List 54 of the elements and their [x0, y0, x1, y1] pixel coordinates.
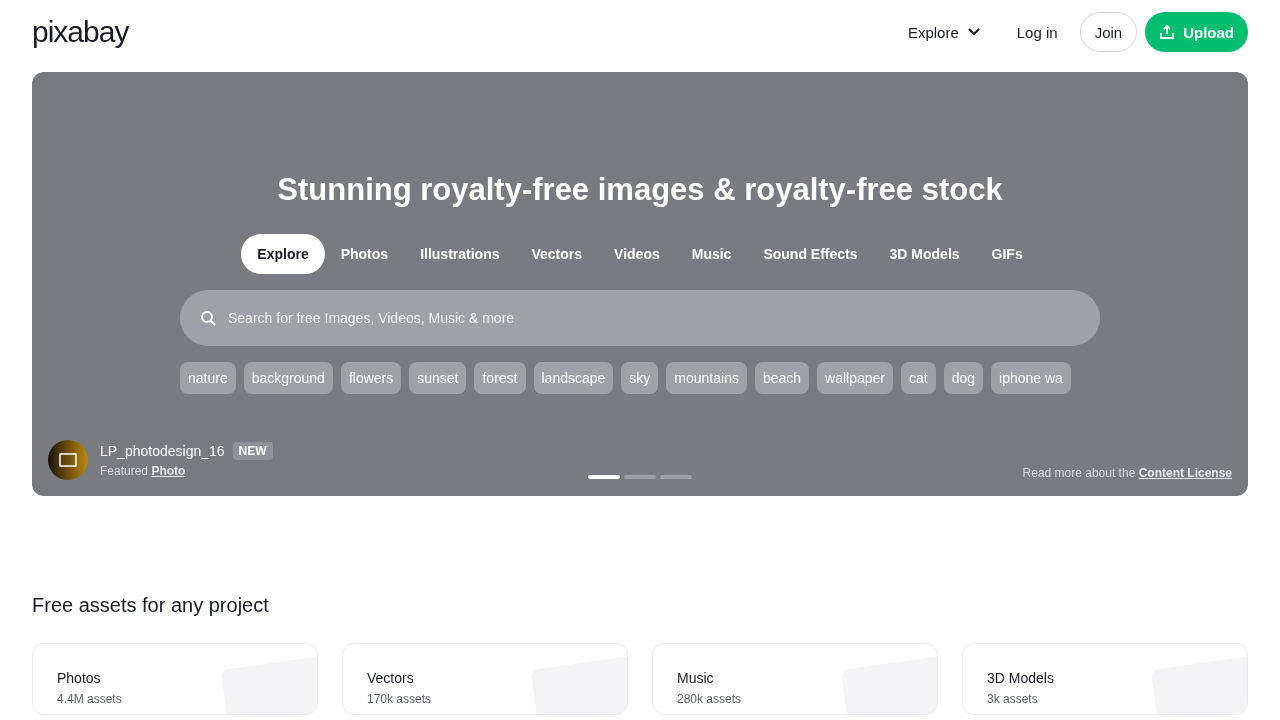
slide-indicator[interactable]	[588, 475, 620, 479]
category-tab[interactable]: Sound Effects	[747, 234, 874, 274]
hero-title: Stunning royalty-free images & royalty-free stock	[277, 172, 1003, 208]
tag-chip[interactable]: sunset	[409, 362, 467, 394]
tag-chip[interactable]: dog	[943, 362, 984, 394]
card-title: 3D Models	[987, 670, 1055, 686]
tag-chip[interactable]: sky	[621, 362, 659, 394]
section-heading: Free assets for any project	[32, 594, 270, 617]
upload-button[interactable]: Upload	[1145, 12, 1248, 52]
explore-menu[interactable]: Explore	[893, 12, 995, 52]
tag-chip[interactable]: background	[243, 362, 333, 394]
content-license-link[interactable]: Content License	[1138, 466, 1232, 480]
asset-card[interactable]: Music 280k assets	[652, 643, 938, 715]
upload-icon	[1159, 24, 1176, 40]
category-tab[interactable]: Videos	[598, 234, 676, 274]
category-tab[interactable]: Illustrations	[404, 234, 516, 274]
login-link[interactable]: Log in	[1002, 12, 1072, 52]
tag-chip[interactable]: cat	[901, 362, 936, 394]
tag-chip[interactable]: beach	[754, 362, 810, 394]
search-icon	[200, 310, 216, 326]
category-tab[interactable]: Vectors	[515, 234, 599, 274]
featured-caption: Featured Photo	[100, 464, 187, 478]
search-field[interactable]: Search for free Images, Videos, Music & more	[180, 290, 1100, 346]
logo[interactable]: pixabay	[32, 15, 129, 49]
chevron-down-icon	[966, 27, 981, 37]
category-tab[interactable]: Photos	[324, 234, 405, 274]
tag-chip[interactable]: forest	[474, 362, 526, 394]
category-tab[interactable]: 3D Models	[873, 234, 976, 274]
photo-link[interactable]: Photo	[151, 464, 186, 478]
tag-chip[interactable]: flowers	[340, 362, 402, 394]
card-title: Music	[677, 670, 715, 686]
asset-card[interactable]: Photos 4.4M assets	[32, 643, 318, 715]
tag-chip[interactable]: mountains	[666, 362, 747, 394]
category-tab[interactable]: GIFs	[975, 234, 1039, 274]
asset-count: 170k assets	[367, 692, 433, 706]
card-title: Photos	[57, 670, 102, 686]
tag-chip[interactable]: nature	[180, 362, 236, 394]
card-title: Vectors	[367, 670, 415, 686]
asset-count: 280k assets	[677, 692, 743, 706]
tag-chip[interactable]: landscape	[533, 362, 614, 394]
slide-indicator[interactable]	[624, 475, 656, 479]
asset-count: 4.4M assets	[57, 692, 123, 706]
new-badge: NEW	[232, 442, 273, 460]
asset-card[interactable]: 3D Models 3k assets	[962, 643, 1248, 715]
asset-card[interactable]: Vectors 170k assets	[342, 643, 628, 715]
username[interactable]: LP_photodesign_16	[100, 443, 225, 459]
license-note: Read more about the Content License	[1022, 466, 1232, 480]
category-tab[interactable]: Music	[675, 234, 748, 274]
category-tab[interactable]: Explore	[241, 234, 325, 274]
tag-chip[interactable]: wallpaper	[817, 362, 893, 394]
tag-chip[interactable]: iphone wa	[991, 362, 1071, 394]
slide-indicator[interactable]	[660, 475, 692, 479]
avatar-icon[interactable]	[48, 440, 88, 480]
asset-count: 3k assets	[987, 692, 1039, 706]
